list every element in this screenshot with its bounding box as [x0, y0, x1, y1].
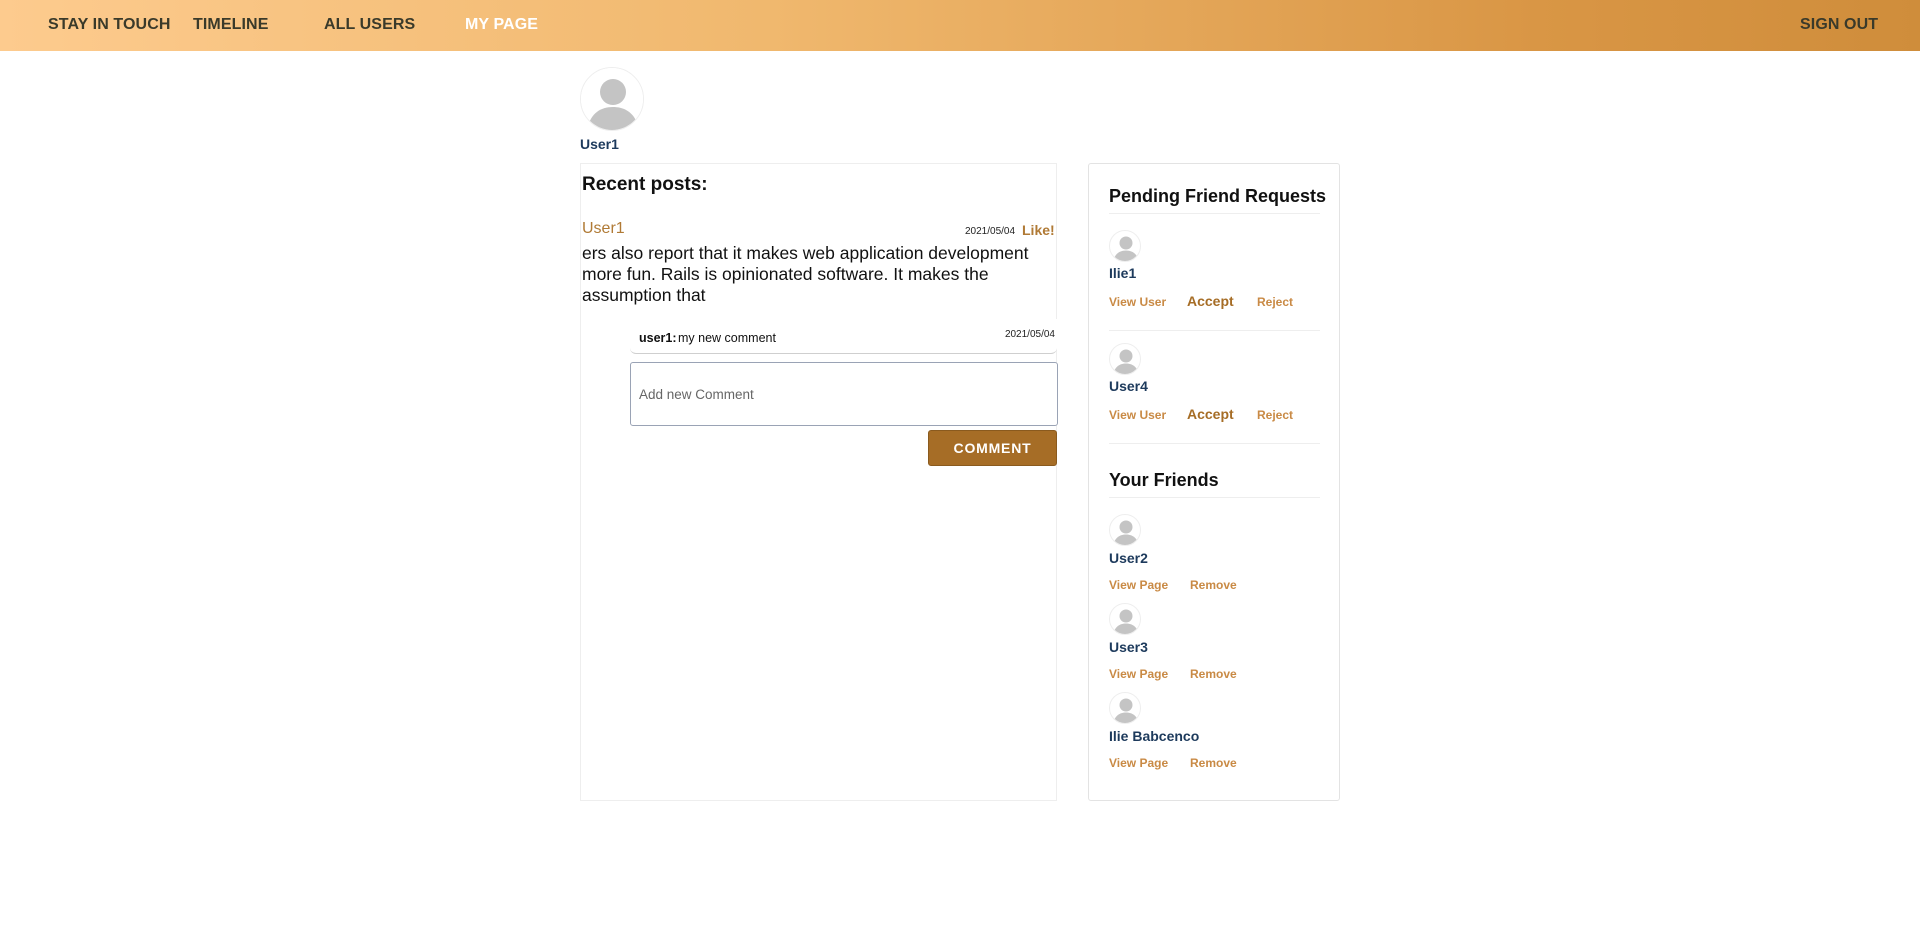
user-silhouette-icon: [581, 68, 643, 130]
friend-username[interactable]: User3: [1109, 639, 1148, 655]
divider: [1109, 330, 1320, 331]
comment-author: user1:: [639, 331, 677, 345]
remove-friend-button[interactable]: Remove: [1190, 756, 1237, 770]
post-body: ers also report that it makes web applic…: [582, 243, 1029, 305]
pending-requests-title: Pending Friend Requests: [1109, 186, 1327, 206]
recent-posts-title: Recent posts:: [582, 174, 708, 195]
nav-all-users-link[interactable]: ALL USERS: [324, 16, 415, 34]
user-silhouette-icon: [1113, 698, 1139, 723]
divider: [1109, 497, 1320, 498]
view-page-link[interactable]: View Page: [1109, 667, 1168, 681]
avatar: [1109, 230, 1141, 262]
nav-brand-link[interactable]: STAY IN TOUCH: [48, 16, 171, 34]
nav-timeline-link[interactable]: TIMELINE: [193, 16, 268, 34]
avatar: [1109, 692, 1141, 724]
avatar: [1109, 514, 1141, 546]
friend-username[interactable]: User2: [1109, 550, 1148, 566]
user-silhouette-icon: [1113, 609, 1139, 634]
avatar: [1109, 603, 1141, 635]
recent-posts-panel: Recent posts: User1 2021/05/04 Like! ers…: [580, 163, 1058, 801]
profile-username[interactable]: User1: [580, 136, 619, 152]
like-button[interactable]: Like!: [1022, 222, 1055, 238]
view-page-link[interactable]: View Page: [1109, 756, 1168, 770]
nav-sign-out-link[interactable]: SIGN OUT: [1800, 16, 1878, 34]
profile-avatar: [580, 67, 644, 131]
user-silhouette-icon: [1113, 349, 1139, 374]
nav-my-page-link[interactable]: MY PAGE: [465, 16, 538, 34]
top-navbar: STAY IN TOUCH TIMELINE ALL USERS MY PAGE…: [0, 0, 1920, 51]
reject-request-button[interactable]: Reject: [1257, 295, 1293, 309]
pending-username[interactable]: User4: [1109, 378, 1148, 394]
view-user-link[interactable]: View User: [1109, 295, 1166, 309]
view-page-link[interactable]: View Page: [1109, 578, 1168, 592]
remove-friend-button[interactable]: Remove: [1190, 578, 1237, 592]
friends-sidebar: Pending Friend Requests Ilie1 View User …: [1088, 163, 1340, 801]
view-user-link[interactable]: View User: [1109, 408, 1166, 422]
post-author[interactable]: User1: [582, 220, 625, 238]
comment-text: my new comment: [678, 331, 776, 345]
accept-request-button[interactable]: Accept: [1187, 406, 1234, 422]
divider: [1109, 443, 1320, 444]
user-silhouette-icon: [1113, 236, 1139, 261]
comment-submit-button[interactable]: COMMENT: [928, 430, 1057, 466]
your-friends-title: Your Friends: [1109, 470, 1219, 490]
user-silhouette-icon: [1113, 520, 1139, 545]
avatar: [1109, 343, 1141, 375]
pending-username[interactable]: Ilie1: [1109, 265, 1136, 281]
comment-item: user1: my new comment 2021/05/04: [630, 319, 1057, 354]
reject-request-button[interactable]: Reject: [1257, 408, 1293, 422]
remove-friend-button[interactable]: Remove: [1190, 667, 1237, 681]
new-comment-input[interactable]: [630, 362, 1058, 426]
comment-date: 2021/05/04: [1004, 329, 1055, 340]
accept-request-button[interactable]: Accept: [1187, 293, 1234, 309]
divider: [1109, 213, 1320, 214]
friend-username[interactable]: Ilie Babcenco: [1109, 728, 1199, 744]
post-date: 2021/05/04: [965, 226, 1016, 237]
